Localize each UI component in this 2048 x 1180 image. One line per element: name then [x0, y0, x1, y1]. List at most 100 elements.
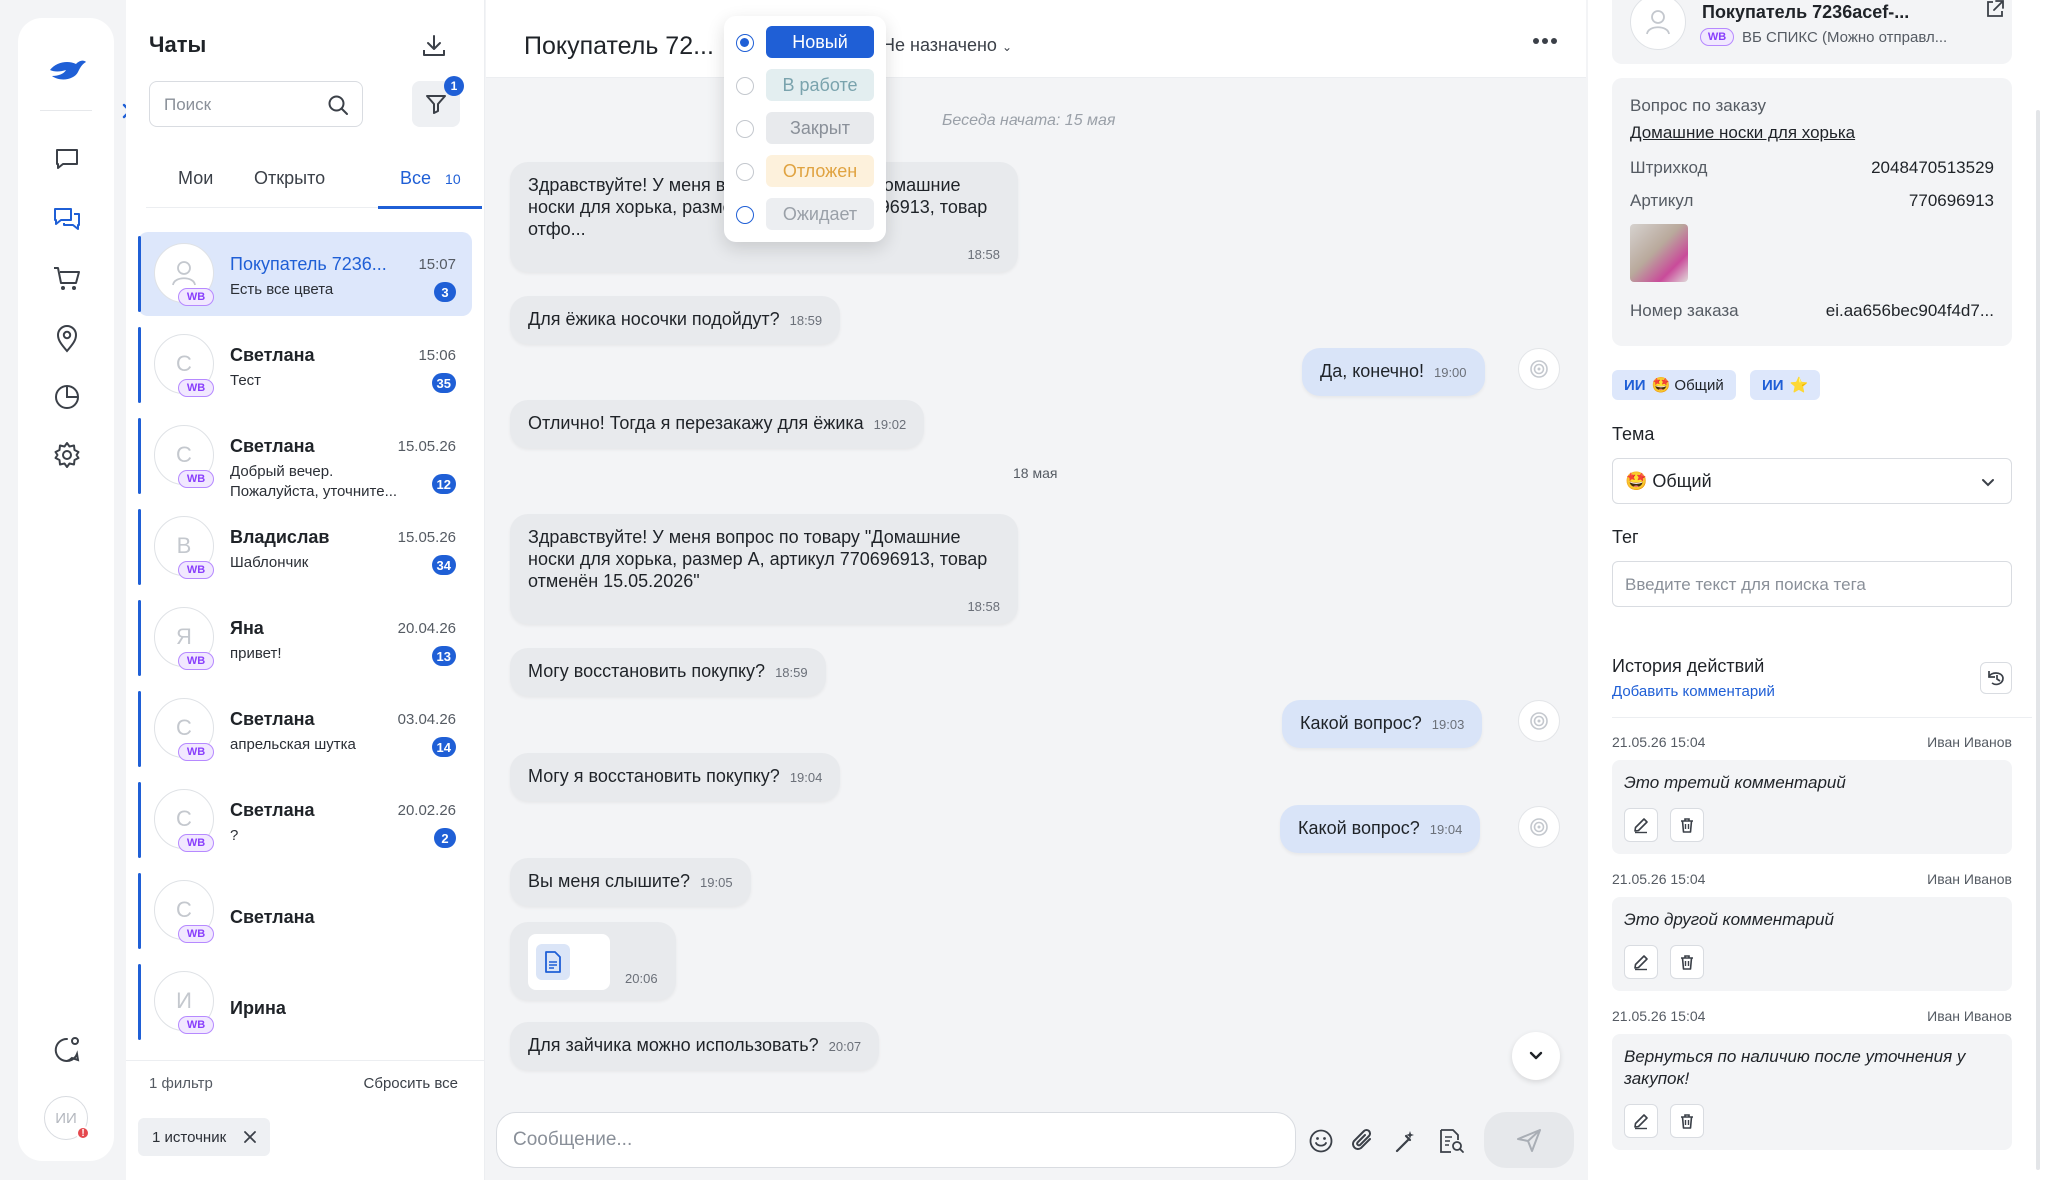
- product-thumbnail[interactable]: [1630, 224, 1688, 282]
- chat-list-item[interactable]: С WB Светлана: [138, 869, 472, 953]
- magic-wand-icon[interactable]: [1390, 1126, 1420, 1156]
- chat-tabs: Мои Открыто Все 10: [146, 160, 482, 209]
- order-question-label: Вопрос по заказу: [1630, 96, 1766, 115]
- messages-icon[interactable]: [52, 144, 82, 174]
- status-option-closed[interactable]: Закрыт: [736, 110, 876, 144]
- delete-comment-button[interactable]: [1670, 1104, 1704, 1138]
- status-chip-new: Новый: [766, 26, 874, 58]
- status-option-waiting[interactable]: Ожидает: [736, 196, 876, 230]
- message-bubble-outgoing: Да, конечно! 19:00: [1302, 348, 1485, 396]
- message-bubble: Для ёжика носочки подойдут? 18:59: [510, 296, 841, 344]
- chat-item-accent: [138, 327, 141, 403]
- ai-rating-chip[interactable]: ИИ ⭐: [1750, 370, 1821, 400]
- edit-comment-button[interactable]: [1624, 1104, 1658, 1138]
- templates-icon[interactable]: [1436, 1126, 1466, 1156]
- file-attachment[interactable]: [528, 934, 610, 990]
- history-toggle-button[interactable]: [1980, 662, 2012, 694]
- paperclip-icon[interactable]: [1348, 1126, 1378, 1156]
- history-divider: [1612, 717, 2032, 718]
- ai-topic-chip[interactable]: ИИ 🤩 Общий: [1612, 370, 1736, 400]
- chat-list-item[interactable]: С WB Светлана Тест 15:06 35: [138, 323, 472, 407]
- chat-list-item[interactable]: WB Покупатель 7236... Есть все цвета 15:07 3: [138, 232, 472, 316]
- chats-icon[interactable]: [52, 204, 82, 234]
- location-icon[interactable]: [52, 324, 82, 354]
- customer-card: Покупатель 7236acef-... WB ВБ СПИКС (Мож…: [1612, 0, 2012, 64]
- status-option-in-progress[interactable]: В работе: [736, 67, 876, 101]
- source-badge: WB: [178, 925, 214, 943]
- chat-list-item[interactable]: С WB Светлана апрельская шутка 03.04.26 14: [138, 687, 472, 771]
- assignee-dropdown[interactable]: Не назначено ⌄: [882, 35, 1012, 56]
- tag-search-input[interactable]: Введите текст для поиска тега: [1612, 561, 2012, 607]
- close-icon[interactable]: [242, 1129, 258, 1145]
- status-chip-postponed: Отложен: [766, 155, 874, 187]
- settings-gear-icon[interactable]: [52, 440, 82, 470]
- message-text: Какой вопрос?: [1300, 713, 1422, 733]
- chat-name: Ирина: [230, 998, 286, 1018]
- edit-comment-button[interactable]: [1624, 808, 1658, 842]
- message-time: 19:00: [1433, 365, 1467, 380]
- cart-icon[interactable]: [52, 264, 82, 294]
- chat-list-item[interactable]: С WB Светлана Добрый вечер. Пожалуйста, уто…: [138, 414, 472, 500]
- details-panel: Покупатель 7236acef-... WB ВБ СПИКС (Мож…: [1588, 0, 2048, 1180]
- active-tab-indicator: [378, 206, 482, 209]
- radio[interactable]: [736, 206, 754, 224]
- add-comment-link[interactable]: Добавить комментарий: [1612, 683, 1775, 700]
- chat-last-message: ?: [230, 827, 239, 844]
- history-icon: [1988, 671, 2004, 686]
- message-time: 20:06: [625, 971, 658, 986]
- search-input[interactable]: Поиск: [149, 81, 363, 127]
- chats-title: Чаты: [149, 32, 207, 57]
- radio[interactable]: [736, 120, 754, 138]
- tab-mine[interactable]: Мои: [178, 168, 213, 189]
- app-logo-icon[interactable]: [46, 50, 88, 92]
- emoji-icon[interactable]: [1306, 1126, 1336, 1156]
- message-bubble-outgoing: Какой вопрос? 19:03: [1282, 700, 1483, 748]
- chat-name: Яна: [230, 618, 264, 638]
- panel-scrollbar[interactable]: [2036, 110, 2040, 1170]
- chat-list-item[interactable]: И WB Ирина: [138, 960, 472, 1044]
- comment-card: Это другой комментарий: [1612, 897, 2012, 991]
- trash-icon: [1681, 1114, 1693, 1129]
- comment-text: Вернуться по наличию после уточнения у з…: [1624, 1047, 1966, 1088]
- download-icon[interactable]: [420, 32, 448, 60]
- chat-item-accent: [138, 236, 141, 312]
- chat-list-item[interactable]: Я WB Яна привет! 20.04.26 13: [138, 596, 472, 680]
- topic-select[interactable]: 🤩 Общий: [1612, 458, 2012, 504]
- chat-list-item[interactable]: С WB Светлана? 20.02.26 2: [138, 778, 472, 862]
- chat-name: Светлана: [230, 800, 315, 820]
- trash-icon: [1681, 955, 1693, 970]
- send-button[interactable]: [1484, 1112, 1574, 1168]
- scroll-to-bottom-button[interactable]: [1512, 1032, 1560, 1080]
- chat-list-item[interactable]: В WB Владислав Шаблончик 15.05.26 34: [138, 505, 472, 589]
- tab-all[interactable]: Все 10: [400, 168, 461, 189]
- message-text: Могу восстановить покупку?: [528, 661, 766, 681]
- message-input-placeholder: Сообщение...: [513, 1129, 633, 1150]
- product-link[interactable]: Домашние носки для хорька: [1630, 123, 1855, 143]
- history-title: История действий: [1612, 656, 1765, 676]
- delete-comment-button[interactable]: [1670, 808, 1704, 842]
- edit-comment-button[interactable]: [1624, 945, 1658, 979]
- status-dropdown-menu: Новый В работе Закрыт Отложен Ожидает: [724, 16, 886, 242]
- topic-value: 🤩 Общий: [1625, 471, 1712, 491]
- customer-name: Покупатель 7236acef-...: [1702, 2, 1910, 22]
- chat-name: Покупатель 7236...: [230, 254, 387, 274]
- radio-selected[interactable]: [736, 34, 754, 52]
- radio[interactable]: [736, 77, 754, 95]
- status-option-new[interactable]: Новый: [736, 24, 876, 58]
- message-input[interactable]: Сообщение...: [496, 1112, 1296, 1168]
- radio[interactable]: [736, 163, 754, 181]
- tab-open[interactable]: Открыто: [254, 168, 325, 189]
- analytics-icon[interactable]: [52, 382, 82, 412]
- order-number-label: Номер заказа: [1630, 301, 1739, 320]
- chat-name: Светлана: [230, 907, 315, 927]
- more-options-icon[interactable]: [1532, 36, 1558, 46]
- source-badge: WB: [178, 379, 214, 397]
- message-text: Да, конечно!: [1320, 361, 1424, 381]
- reset-filters-link[interactable]: Сбросить все: [364, 1075, 458, 1092]
- comment-text: Это третий комментарий: [1624, 773, 1846, 792]
- external-link-icon[interactable]: [1984, 0, 2006, 20]
- status-option-postponed[interactable]: Отложен: [736, 153, 876, 187]
- delete-comment-button[interactable]: [1670, 945, 1704, 979]
- support-chat-icon[interactable]: [52, 1035, 82, 1065]
- chat-item-accent: [138, 964, 141, 1040]
